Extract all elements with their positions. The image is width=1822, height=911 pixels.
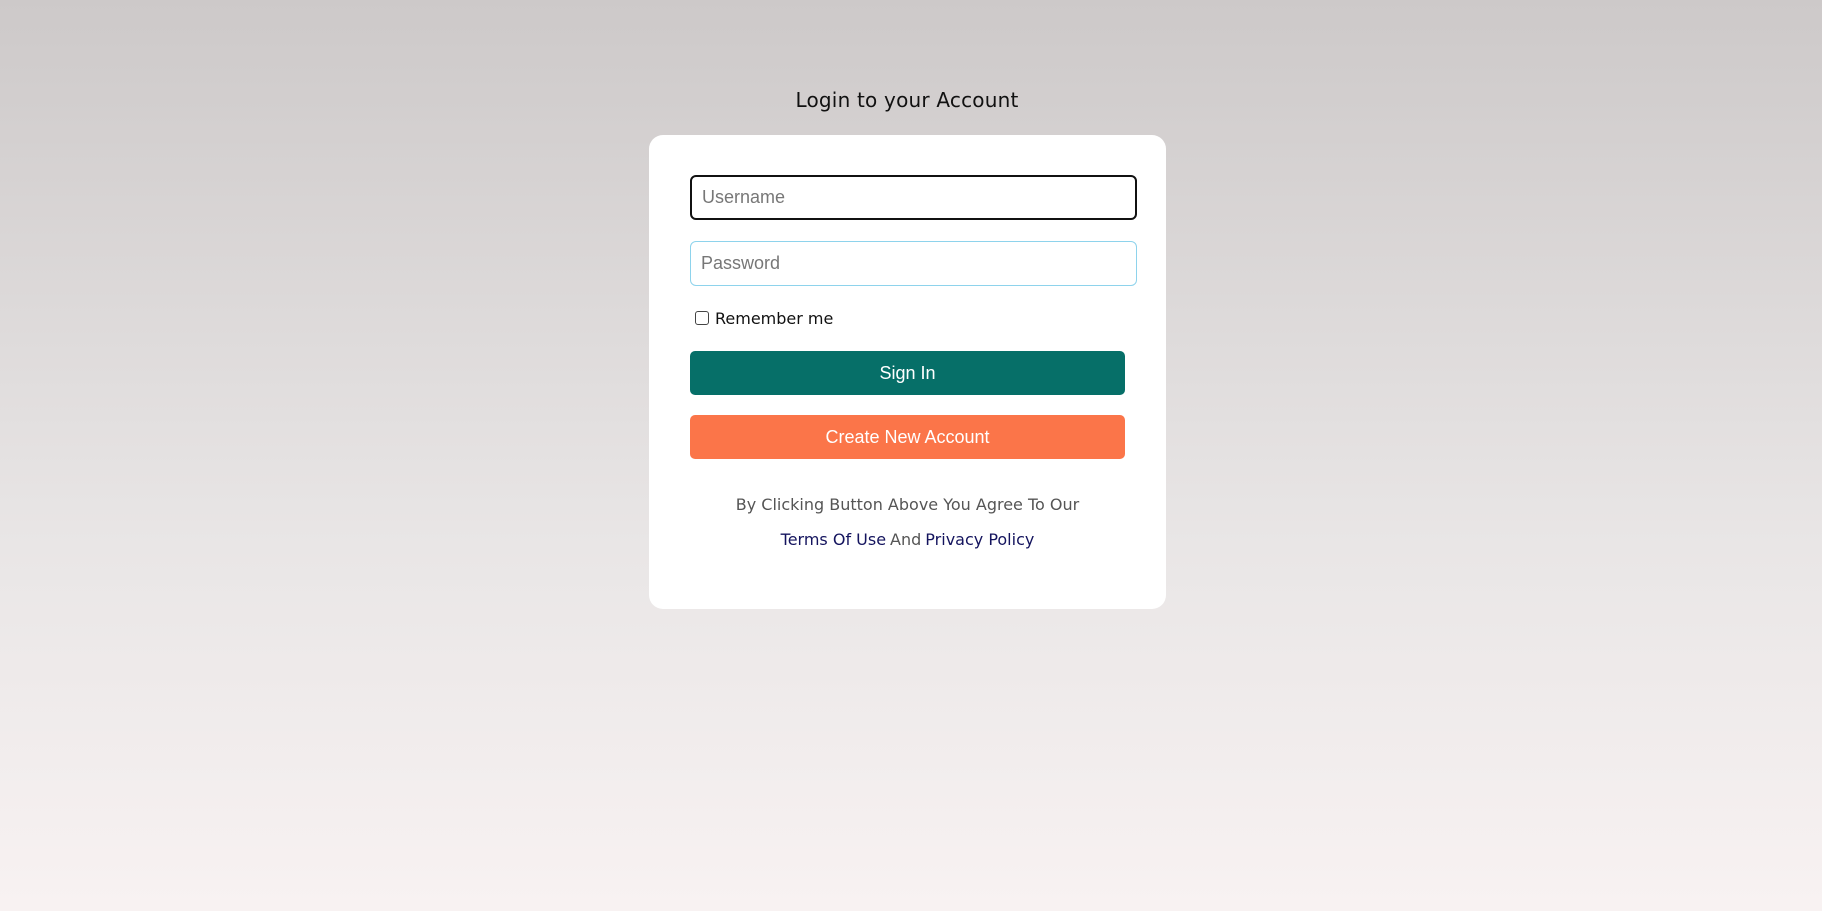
legal-links: Terms Of Use And Privacy Policy [649,530,1166,549]
login-card: Remember me Sign In Create New Account B… [649,135,1166,609]
agreement-text: By Clicking Button Above You Agree To Ou… [735,495,1080,514]
sign-in-button[interactable]: Sign In [690,351,1125,395]
remember-me-label[interactable]: Remember me [715,309,833,328]
and-text: And [890,530,922,549]
page-title: Login to your Account [795,88,1019,112]
username-input[interactable] [690,175,1137,220]
remember-me-row[interactable]: Remember me [695,308,833,328]
privacy-policy-link[interactable]: Privacy Policy [925,530,1034,549]
password-input[interactable] [690,241,1137,286]
terms-of-use-link[interactable]: Terms Of Use [781,530,886,549]
create-account-button[interactable]: Create New Account [690,415,1125,459]
remember-me-checkbox[interactable] [695,311,709,325]
